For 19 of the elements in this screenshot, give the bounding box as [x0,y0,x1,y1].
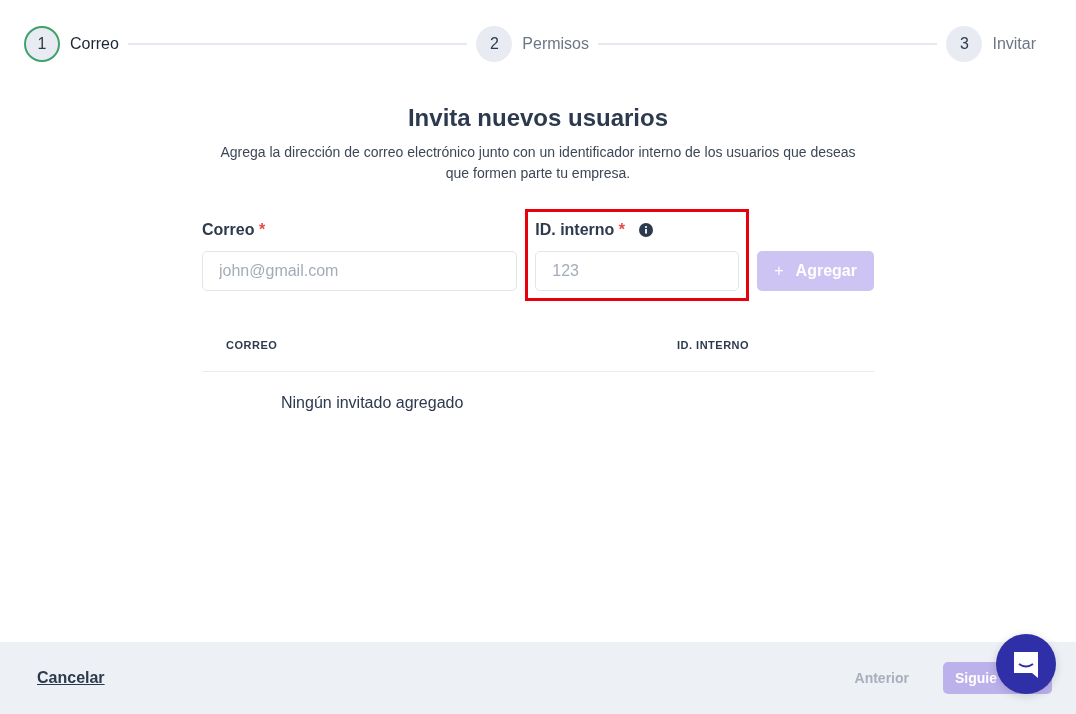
step-number: 1 [24,26,60,62]
column-header: ID. INTERNO [677,339,750,351]
chat-bubble-icon [1011,649,1041,679]
step-label: Invitar [992,35,1036,53]
empty-message: Ningún invitado agregado [281,394,465,412]
cancel-link[interactable]: Cancelar [37,669,105,687]
column-header: CORREO [226,339,279,351]
step-label: Permisos [522,35,589,53]
chat-button[interactable] [996,634,1056,694]
field-label: ID. interno * [535,221,626,239]
step-number: 2 [476,26,513,62]
step-label: Correo [70,35,119,53]
field-label: Correo * [202,221,266,239]
description: Agrega la dirección de correo electrónico junto con un identificador interno de los usuarios que deseas que formen parte tu empresa. [219,143,857,183]
input-field[interactable]: 123 [535,251,740,291]
info-icon[interactable] [639,223,654,237]
input-field[interactable]: john@gmail.com [202,251,518,291]
page-title: Invita nuevos usuarios [406,104,670,132]
step-number: 3 [946,26,983,62]
